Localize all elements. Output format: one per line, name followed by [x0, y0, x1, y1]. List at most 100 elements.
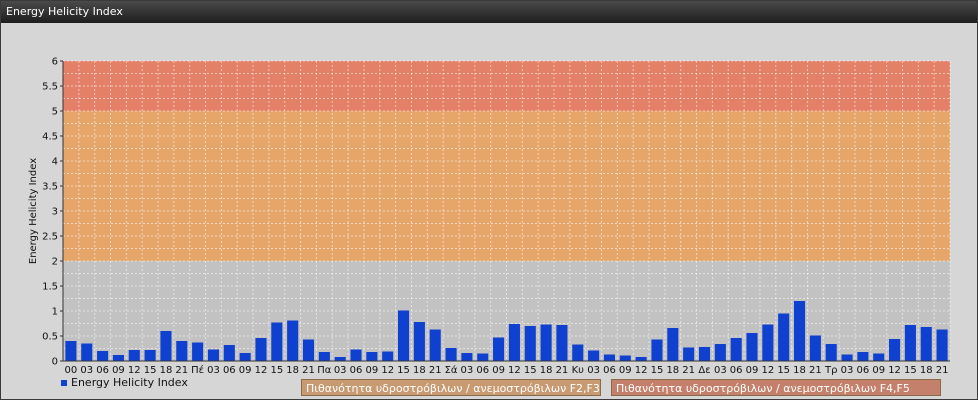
x-tick-label: 18	[793, 365, 806, 376]
bar	[461, 353, 473, 361]
bar	[493, 337, 505, 361]
legend-label: Energy Helicity Index	[71, 376, 188, 389]
bar	[714, 344, 726, 361]
bar	[176, 341, 188, 361]
bar	[81, 343, 93, 361]
x-tick-label: 15	[524, 365, 537, 376]
x-tick-label: 09	[872, 365, 885, 376]
bar	[508, 324, 520, 361]
bar	[239, 353, 251, 361]
y-tick-label: 0.5	[42, 332, 58, 343]
y-axis-label: Energy Helicity Index	[28, 158, 39, 264]
x-tick-label: 06	[730, 365, 743, 376]
x-tick-label: 03	[461, 365, 474, 376]
x-tick-label: 06	[857, 365, 870, 376]
bar	[778, 313, 790, 361]
x-tick-label: 18	[666, 365, 679, 376]
bar	[398, 310, 410, 361]
x-tick-label: 15	[651, 365, 664, 376]
bar	[540, 324, 552, 361]
x-tick-label: 03	[80, 365, 93, 376]
bar	[128, 350, 140, 361]
x-tick-label: 06	[223, 365, 236, 376]
bar	[160, 331, 172, 361]
x-tick-label: 21	[936, 365, 949, 376]
x-tick-label: 21	[809, 365, 822, 376]
x-tick-label: 21	[429, 365, 442, 376]
x-tick-label: 03	[714, 365, 727, 376]
x-tick-label: 09	[492, 365, 505, 376]
bar	[920, 327, 932, 361]
y-tick-label: 2.5	[42, 232, 58, 243]
legend-swatch	[61, 380, 67, 386]
x-tick-label: 18	[920, 365, 933, 376]
x-tick-label: 15	[904, 365, 917, 376]
bar	[445, 348, 457, 361]
bar	[192, 342, 204, 361]
bar	[651, 339, 663, 361]
bar	[825, 344, 837, 361]
y-tick-label: 4.5	[42, 132, 58, 143]
x-tick-label: 12	[761, 365, 774, 376]
bar	[572, 344, 584, 361]
y-tick-label: 5.5	[42, 82, 58, 93]
bar	[809, 335, 821, 361]
bar	[936, 329, 948, 361]
y-tick-label: 4	[52, 157, 58, 168]
bar	[762, 324, 774, 361]
bar	[223, 345, 235, 361]
y-tick-label: 1.5	[42, 282, 58, 293]
bar	[635, 357, 647, 361]
x-tick-label: Δε	[698, 365, 710, 376]
x-tick-label: Πέ	[191, 364, 204, 376]
x-tick-label: Πα	[317, 365, 332, 376]
y-tick-label: 2	[52, 257, 58, 268]
y-tick-label: 5	[52, 107, 58, 118]
bar	[667, 328, 679, 361]
x-tick-label: 03	[207, 365, 220, 376]
chart-legend: Energy Helicity Index	[61, 376, 188, 389]
bar	[556, 325, 568, 361]
y-tick-label: 6	[52, 57, 58, 68]
x-tick-label: 12	[381, 365, 394, 376]
bar	[350, 349, 362, 361]
bar	[382, 351, 394, 361]
bar	[619, 355, 631, 361]
x-tick-label: 06	[96, 365, 109, 376]
bar	[841, 354, 853, 361]
x-tick-label: 21	[556, 365, 569, 376]
x-tick-label: 06	[350, 365, 363, 376]
x-tick-label: 12	[128, 365, 141, 376]
bar	[271, 322, 283, 361]
bar	[65, 341, 77, 361]
bar	[334, 357, 346, 361]
x-tick-label: 18	[413, 365, 426, 376]
x-tick-label: 09	[746, 365, 759, 376]
bar	[112, 355, 124, 361]
x-tick-label: 03	[334, 365, 347, 376]
x-tick-label: 21	[175, 365, 188, 376]
x-tick-label: 18	[540, 365, 553, 376]
bar	[746, 333, 758, 361]
bar	[255, 338, 267, 361]
bar	[873, 353, 885, 361]
bar	[413, 322, 425, 361]
y-tick-label: 3.5	[42, 182, 58, 193]
band-label-f4-f5: Πιθανότητα υδροστρόβιλων / ανεμοστρόβιλω…	[611, 379, 941, 396]
x-tick-label: 00	[65, 365, 78, 376]
bar	[477, 353, 489, 361]
x-tick-label: 12	[635, 365, 648, 376]
x-tick-label: 09	[112, 365, 125, 376]
bar	[793, 301, 806, 361]
bar	[144, 350, 156, 361]
x-tick-label: 03	[841, 365, 854, 376]
bar	[287, 320, 299, 361]
y-tick-label: 3	[52, 207, 58, 218]
window-title: Energy Helicity Index	[1, 1, 977, 23]
bar	[603, 354, 615, 361]
bar	[524, 326, 536, 361]
bar	[904, 325, 916, 361]
x-tick-label: 15	[270, 365, 283, 376]
y-tick-label: 0	[52, 357, 58, 368]
x-tick-label: 06	[603, 365, 616, 376]
